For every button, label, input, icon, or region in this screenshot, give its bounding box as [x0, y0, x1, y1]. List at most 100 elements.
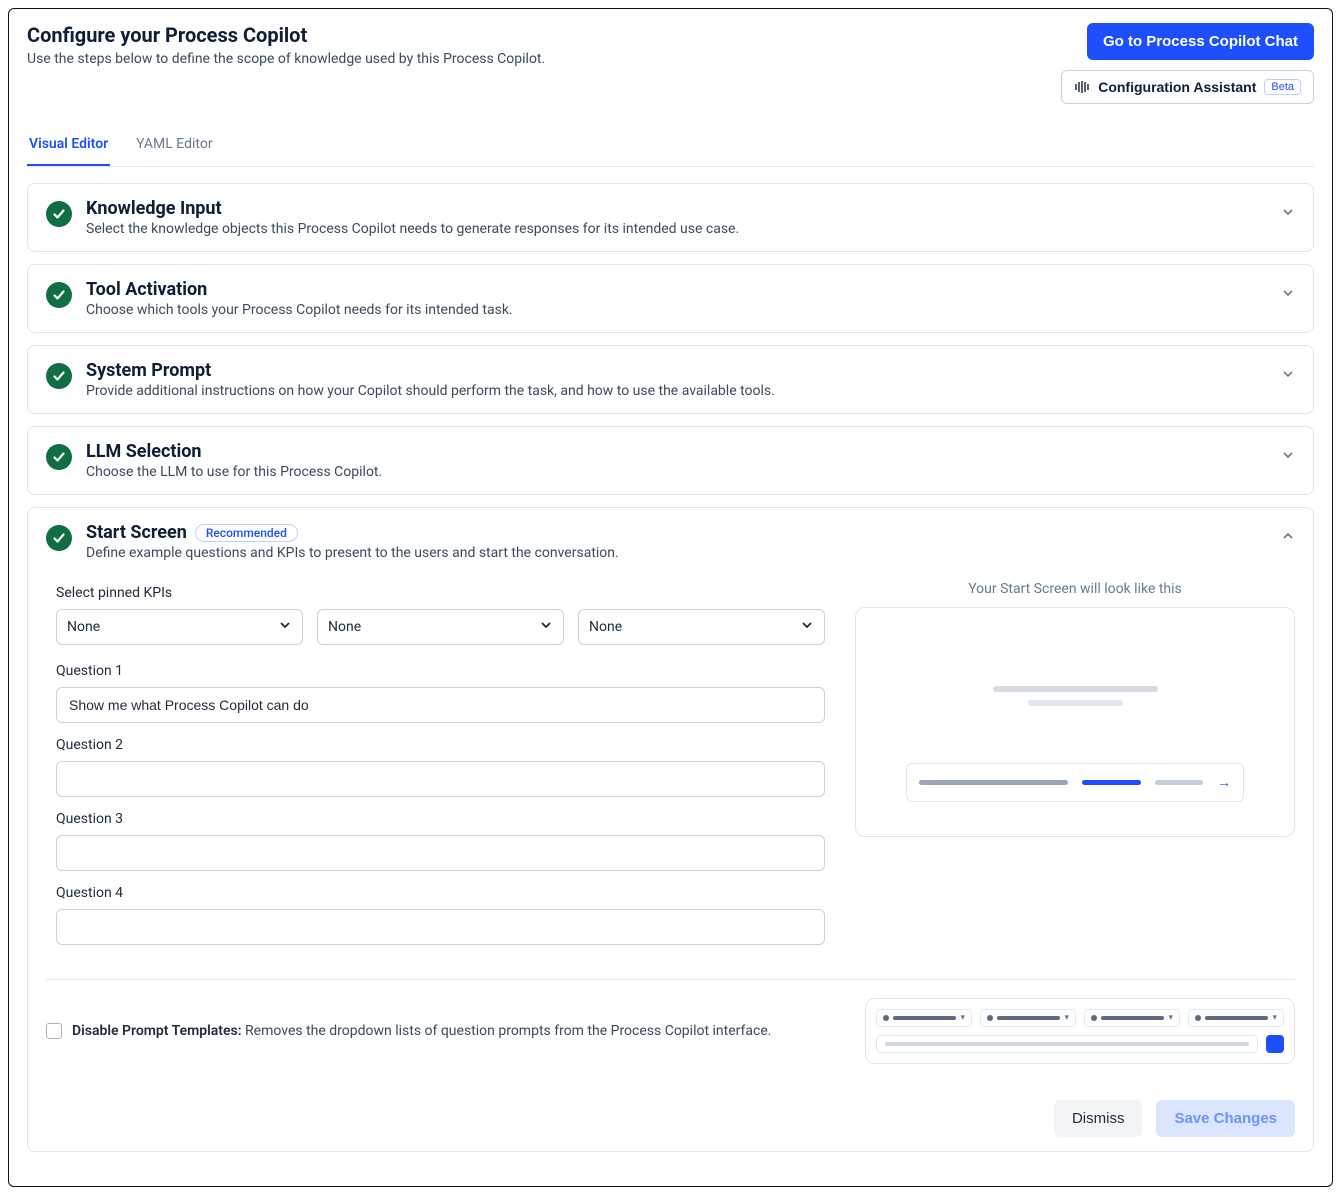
- mini-select: ▾: [876, 1009, 972, 1027]
- section-start-title: Start Screen Recommended: [86, 522, 1267, 543]
- section-start-title-text: Start Screen: [86, 522, 187, 543]
- section-llm-title: LLM Selection: [86, 441, 1267, 462]
- disable-templates-text: Disable Prompt Templates: Removes the dr…: [72, 1023, 771, 1039]
- dismiss-button[interactable]: Dismiss: [1054, 1100, 1143, 1137]
- arrow-right-icon: →: [1217, 774, 1231, 791]
- start-screen-preview: Your Start Screen will look like this →: [855, 581, 1295, 959]
- section-system-desc: Provide additional instructions on how y…: [86, 383, 1267, 399]
- kpi-label: Select pinned KPIs: [56, 585, 825, 601]
- section-system-prompt: System Prompt Provide additional instruc…: [27, 345, 1314, 414]
- config-assistant-button[interactable]: Configuration Assistant Beta: [1061, 70, 1314, 104]
- kpi-select-3[interactable]: None: [578, 609, 825, 645]
- section-knowledge-text: Knowledge Input Select the knowledge obj…: [86, 198, 1267, 237]
- question-1-label: Question 1: [56, 663, 825, 679]
- config-page: Configure your Process Copilot Use the s…: [8, 8, 1333, 1187]
- header: Configure your Process Copilot Use the s…: [27, 23, 1314, 104]
- question-3-label: Question 3: [56, 811, 825, 827]
- section-system-title: System Prompt: [86, 360, 1267, 381]
- skeleton-line: [1028, 700, 1123, 706]
- question-2-group: Question 2: [56, 737, 825, 797]
- disable-templates-label: Disable Prompt Templates:: [72, 1023, 242, 1039]
- disable-templates-desc: Removes the dropdown lists of question p…: [245, 1023, 771, 1039]
- section-knowledge-input: Knowledge Input Select the knowledge obj…: [27, 183, 1314, 252]
- start-screen-form: Select pinned KPIs None None None: [56, 581, 825, 959]
- skeleton-line: [1082, 780, 1142, 785]
- mini-select: ▾: [980, 1009, 1076, 1027]
- page-title: Configure your Process Copilot: [27, 23, 545, 47]
- kpi-select-3-value: None: [589, 619, 622, 635]
- kpi-select-row: None None None: [56, 609, 825, 645]
- section-system-text: System Prompt Provide additional instruc…: [86, 360, 1267, 399]
- disable-templates-checkbox[interactable]: [46, 1023, 62, 1039]
- check-icon: [46, 525, 72, 551]
- question-4-input[interactable]: [56, 909, 825, 945]
- question-3-input[interactable]: [56, 835, 825, 871]
- config-assistant-label: Configuration Assistant: [1098, 79, 1256, 95]
- header-text: Configure your Process Copilot Use the s…: [27, 23, 545, 67]
- section-llm-desc: Choose the LLM to use for this Process C…: [86, 464, 1267, 480]
- check-icon: [46, 282, 72, 308]
- section-start-toggle[interactable]: Start Screen Recommended Define example …: [46, 522, 1295, 561]
- footer-buttons: Dismiss Save Changes: [46, 1100, 1295, 1137]
- recommended-badge: Recommended: [195, 524, 298, 542]
- kpi-select-2[interactable]: None: [317, 609, 564, 645]
- question-1-group: Question 1: [56, 663, 825, 723]
- section-llm-toggle[interactable]: LLM Selection Choose the LLM to use for …: [46, 441, 1295, 480]
- divider: [46, 979, 1295, 980]
- section-start-text: Start Screen Recommended Define example …: [86, 522, 1267, 561]
- section-tool-title: Tool Activation: [86, 279, 1267, 300]
- save-changes-button[interactable]: Save Changes: [1156, 1100, 1295, 1137]
- chevron-down-icon: [539, 618, 553, 636]
- chevron-down-icon: [1281, 285, 1295, 304]
- preview-input-row: →: [906, 763, 1244, 802]
- preview-box: →: [855, 607, 1295, 837]
- beta-badge: Beta: [1264, 79, 1301, 95]
- check-icon: [46, 444, 72, 470]
- kpi-select-1-value: None: [67, 619, 100, 635]
- chevron-down-icon: [800, 618, 814, 636]
- disable-templates-row: Disable Prompt Templates: Removes the dr…: [46, 998, 1295, 1064]
- chevron-down-icon: [278, 618, 292, 636]
- chevron-down-icon: [1281, 366, 1295, 385]
- section-tool-desc: Choose which tools your Process Copilot …: [86, 302, 1267, 318]
- section-start-screen: Start Screen Recommended Define example …: [27, 507, 1314, 1152]
- start-screen-body: Select pinned KPIs None None None: [46, 581, 1295, 959]
- section-llm-text: LLM Selection Choose the LLM to use for …: [86, 441, 1267, 480]
- tab-visual-editor[interactable]: Visual Editor: [27, 126, 110, 166]
- assistant-icon: [1074, 79, 1090, 95]
- question-2-input[interactable]: [56, 761, 825, 797]
- mini-select: ▾: [1084, 1009, 1180, 1027]
- section-knowledge-desc: Select the knowledge objects this Proces…: [86, 221, 1267, 237]
- sections: Knowledge Input Select the knowledge obj…: [27, 183, 1314, 1152]
- mini-send-button: [1266, 1035, 1284, 1053]
- section-llm-selection: LLM Selection Choose the LLM to use for …: [27, 426, 1314, 495]
- skeleton-line: [1155, 780, 1203, 785]
- page-subtitle: Use the steps below to define the scope …: [27, 51, 545, 67]
- preview-label: Your Start Screen will look like this: [855, 581, 1295, 597]
- chevron-up-icon: [1281, 528, 1295, 547]
- question-1-input[interactable]: [56, 687, 825, 723]
- section-tool-text: Tool Activation Choose which tools your …: [86, 279, 1267, 318]
- section-tool-toggle[interactable]: Tool Activation Choose which tools your …: [46, 279, 1295, 318]
- question-3-group: Question 3: [56, 811, 825, 871]
- kpi-select-1[interactable]: None: [56, 609, 303, 645]
- section-system-toggle[interactable]: System Prompt Provide additional instruc…: [46, 360, 1295, 399]
- tab-yaml-editor[interactable]: YAML Editor: [134, 126, 214, 166]
- kpi-select-2-value: None: [328, 619, 361, 635]
- go-to-chat-button[interactable]: Go to Process Copilot Chat: [1087, 23, 1314, 60]
- disable-templates-left: Disable Prompt Templates: Removes the dr…: [46, 1023, 771, 1039]
- check-icon: [46, 363, 72, 389]
- question-4-group: Question 4: [56, 885, 825, 945]
- section-tool-activation: Tool Activation Choose which tools your …: [27, 264, 1314, 333]
- editor-tabs: Visual Editor YAML Editor: [27, 126, 1314, 167]
- section-knowledge-toggle[interactable]: Knowledge Input Select the knowledge obj…: [46, 198, 1295, 237]
- header-buttons: Go to Process Copilot Chat Configuration…: [1061, 23, 1314, 104]
- chevron-down-icon: [1281, 204, 1295, 223]
- check-icon: [46, 201, 72, 227]
- section-start-desc: Define example questions and KPIs to pre…: [86, 545, 1267, 561]
- question-4-label: Question 4: [56, 885, 825, 901]
- templates-preview: ▾ ▾ ▾ ▾: [865, 998, 1295, 1064]
- question-2-label: Question 2: [56, 737, 825, 753]
- chevron-down-icon: [1281, 447, 1295, 466]
- mini-input: [876, 1035, 1258, 1053]
